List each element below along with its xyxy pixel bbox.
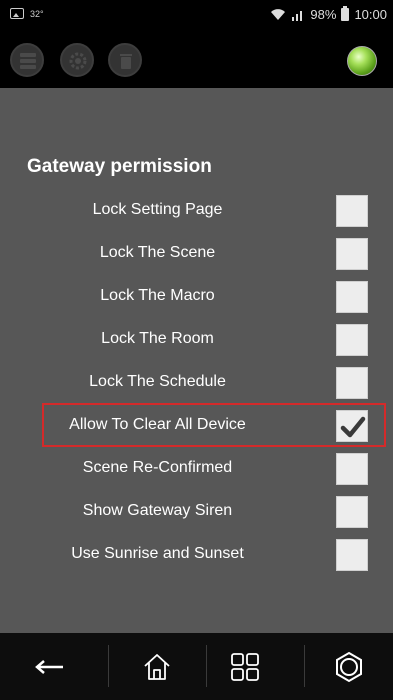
permission-checkbox[interactable]: [336, 238, 368, 270]
permission-label: Scene Re-Confirmed: [82, 459, 233, 476]
status-bar-right: 98% 10:00: [270, 6, 387, 22]
section-title: Gateway permission: [27, 156, 212, 177]
back-arrow-icon: [35, 659, 63, 674]
permission-label: Lock Setting Page: [92, 201, 223, 218]
permission-row: Show Gateway Siren: [0, 493, 393, 533]
permission-label: Lock The Scene: [99, 244, 216, 261]
grid-icon: [231, 652, 259, 681]
permission-row: Lock The Room: [0, 321, 393, 361]
highlight-box: [42, 403, 386, 447]
home-icon: [144, 653, 170, 680]
permission-checkbox[interactable]: [336, 539, 368, 571]
permission-checkbox[interactable]: [336, 324, 368, 356]
bottom-nav: [0, 633, 393, 700]
back-button[interactable]: [0, 633, 98, 700]
permission-label: Lock The Macro: [100, 287, 215, 304]
menu-grid-button[interactable]: [196, 633, 294, 700]
top-toolbar: [0, 34, 393, 88]
permission-label: Use Sunrise and Sunset: [71, 545, 244, 562]
temperature-readout: 32°: [30, 8, 44, 19]
connection-status-led: [347, 46, 377, 76]
trash-icon[interactable]: [108, 43, 142, 77]
permission-row: Lock The Macro: [0, 278, 393, 318]
wifi-icon: [271, 9, 286, 20]
permission-row: Lock The Schedule: [0, 364, 393, 404]
clock: 10:00: [354, 7, 387, 22]
image-notification-icon: [10, 8, 24, 19]
permission-checkbox[interactable]: [336, 281, 368, 313]
permission-label: Lock The Room: [101, 330, 214, 347]
permission-checkbox[interactable]: [336, 453, 368, 485]
permission-label: Lock The Schedule: [89, 373, 226, 390]
permission-row: Lock Setting Page: [0, 192, 393, 232]
permission-checkbox[interactable]: [336, 496, 368, 528]
permission-label: Show Gateway Siren: [82, 502, 233, 519]
permission-row: Scene Re-Confirmed: [0, 450, 393, 490]
settings-icon: [336, 651, 362, 682]
gear-icon[interactable]: [60, 43, 94, 77]
status-bar-left: 32°: [10, 8, 44, 19]
permission-checkbox[interactable]: [336, 195, 368, 227]
permission-row: Lock The Scene: [0, 235, 393, 275]
permission-row: Use Sunrise and Sunset: [0, 536, 393, 576]
status-bar: 32° 98% 10:00: [0, 0, 393, 34]
permissions-panel: Gateway permission Lock Setting Page Loc…: [0, 88, 393, 633]
battery-icon: [341, 6, 350, 21]
home-button[interactable]: [108, 633, 206, 700]
battery-percent: 98%: [310, 7, 337, 22]
signal-icon: [292, 11, 303, 21]
settings-button[interactable]: [300, 633, 393, 700]
database-icon[interactable]: [10, 43, 44, 77]
permission-checkbox[interactable]: [336, 367, 368, 399]
